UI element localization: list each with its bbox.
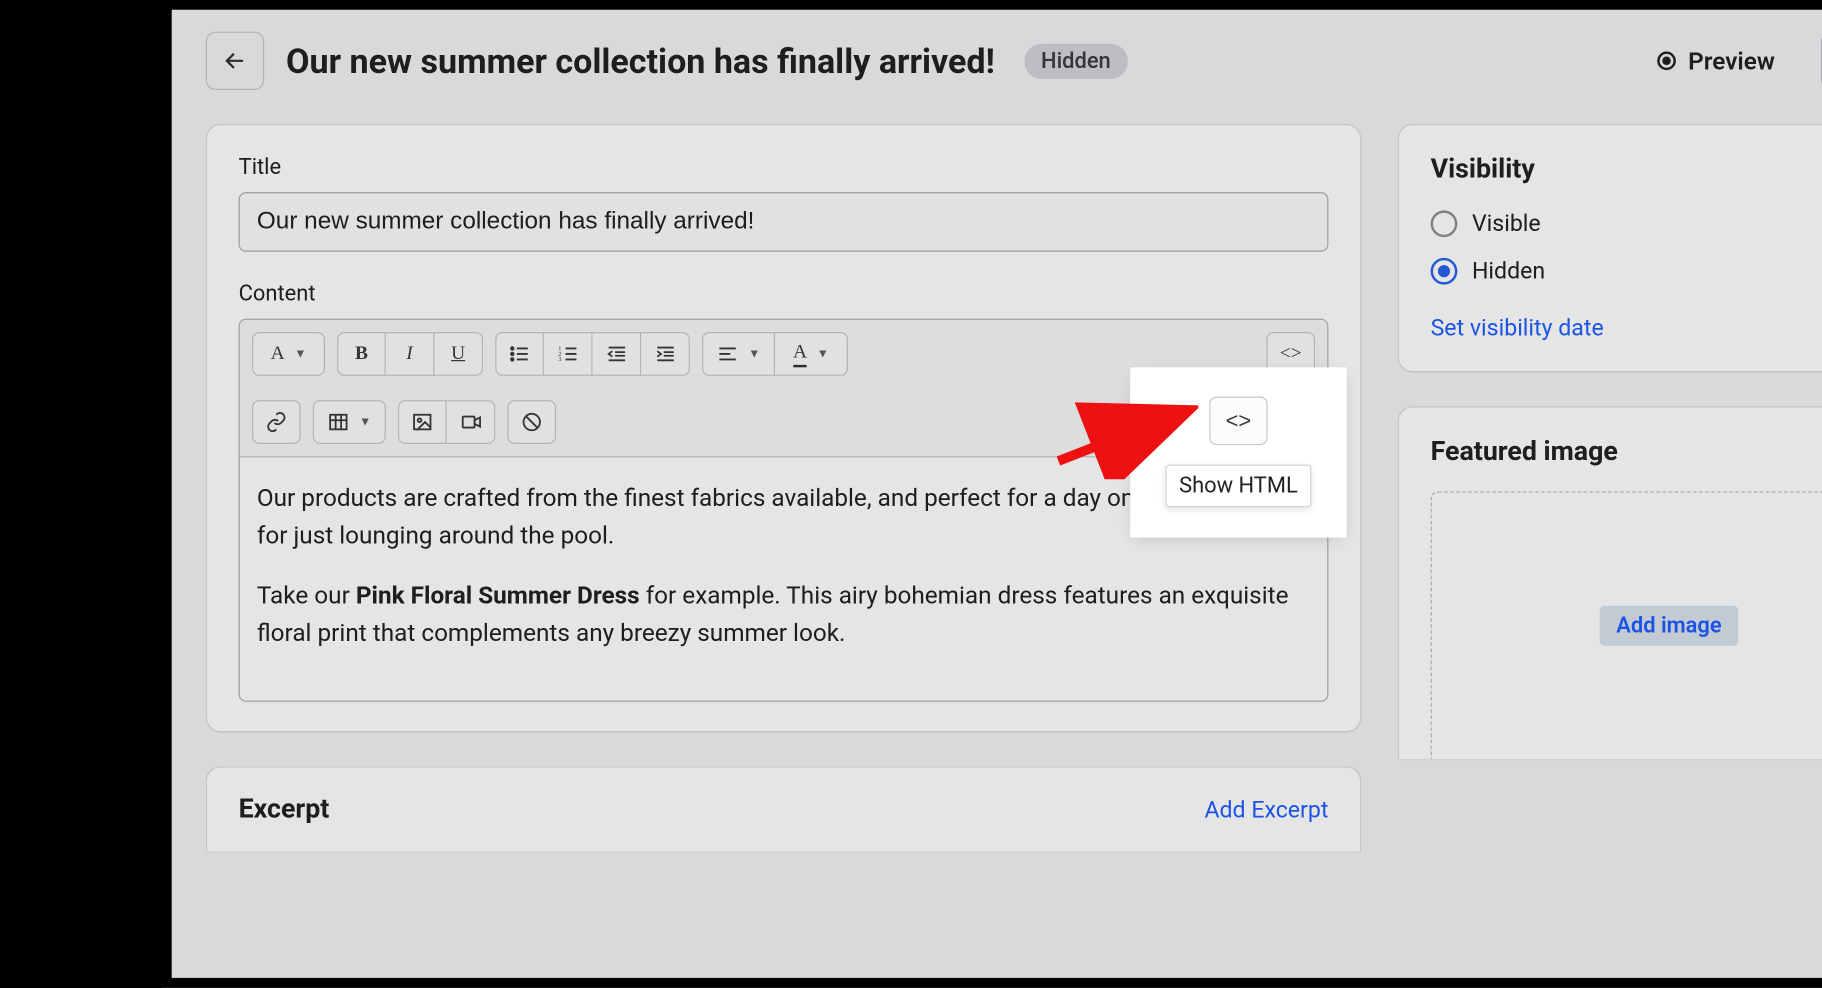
chevron-down-icon: ▼ [748,347,760,360]
status-badge: Hidden [1024,43,1128,78]
featured-image-card: Featured image Add image [1398,406,1822,759]
visibility-option-hidden[interactable]: Hidden [1431,257,1822,285]
paragraph-format-button[interactable]: A ▼ [252,332,325,376]
bold-text-run: Pink Floral Summer Dress [356,580,640,609]
visibility-card: Visibility Visible Hidden Set visibility… [1398,124,1822,372]
excerpt-title: Excerpt [239,794,330,824]
show-html-button[interactable]: <> [1209,397,1267,446]
italic-icon: I [406,343,412,365]
underline-button[interactable]: U [434,332,483,376]
image-button[interactable] [398,400,447,444]
page-header: Our new summer collection has finally ar… [172,10,1822,90]
underline-icon: U [451,343,465,365]
numbered-list-button[interactable]: 123 [544,332,593,376]
bullet-list-button[interactable] [495,332,544,376]
bold-button[interactable]: B [337,332,386,376]
align-left-icon [717,343,739,365]
bullet-list-icon [509,343,531,365]
code-icon: <> [1226,408,1252,434]
chevron-down-icon: ▼ [817,347,829,360]
add-excerpt-link[interactable]: Add Excerpt [1204,796,1328,824]
content-paragraph: Take our Pink Floral Summer Dress for ex… [257,577,1310,652]
paragraph-format-label: A [271,343,285,365]
preview-label: Preview [1688,46,1775,75]
featured-image-title: Featured image [1431,437,1822,467]
eye-icon [1654,49,1678,73]
show-html-tooltip: Show HTML [1166,465,1311,508]
content-label: Content [239,281,1329,307]
table-button[interactable]: ▼ [313,400,386,444]
set-visibility-date-link[interactable]: Set visibility date [1431,314,1604,342]
page-title: Our new summer collection has finally ar… [286,41,995,81]
italic-button[interactable]: I [386,332,435,376]
outdent-icon [605,343,627,365]
show-html-button-inline[interactable]: <> [1266,332,1315,376]
numbered-list-icon: 123 [557,343,579,365]
video-icon [459,411,481,433]
font-color-icon: A [793,341,807,367]
font-color-button[interactable]: A ▼ [775,332,848,376]
link-icon [265,411,287,433]
title-input[interactable] [239,192,1329,252]
outdent-button[interactable] [593,332,642,376]
chevron-down-icon: ▼ [294,347,306,360]
show-html-highlight: <> Show HTML [1135,372,1342,533]
radio-icon [1431,210,1458,237]
image-icon [411,411,433,433]
indent-button[interactable] [641,332,690,376]
video-button[interactable] [447,400,496,444]
back-button[interactable] [206,32,264,90]
code-icon: <> [1280,343,1302,365]
visibility-option-visible[interactable]: Visible [1431,209,1822,237]
text-run: Take our [257,580,356,609]
radio-label: Visible [1472,209,1541,237]
align-button[interactable]: ▼ [702,332,775,376]
radio-icon [1431,257,1458,284]
add-image-button[interactable]: Add image [1599,606,1738,646]
radio-label: Hidden [1472,257,1545,285]
indent-icon [654,343,676,365]
title-label: Title [239,155,1329,181]
preview-button[interactable]: Preview [1642,39,1787,83]
bold-icon: B [355,343,368,365]
table-icon [327,411,349,433]
clear-formatting-button[interactable] [507,400,556,444]
no-entry-icon [521,411,543,433]
arrow-left-icon [223,49,247,73]
featured-image-dropzone[interactable]: Add image [1431,492,1822,760]
link-button[interactable] [252,400,301,444]
svg-text:3: 3 [558,356,561,363]
chevron-down-icon: ▼ [359,416,371,429]
excerpt-card: Excerpt Add Excerpt [206,766,1361,851]
visibility-title: Visibility [1431,155,1822,185]
